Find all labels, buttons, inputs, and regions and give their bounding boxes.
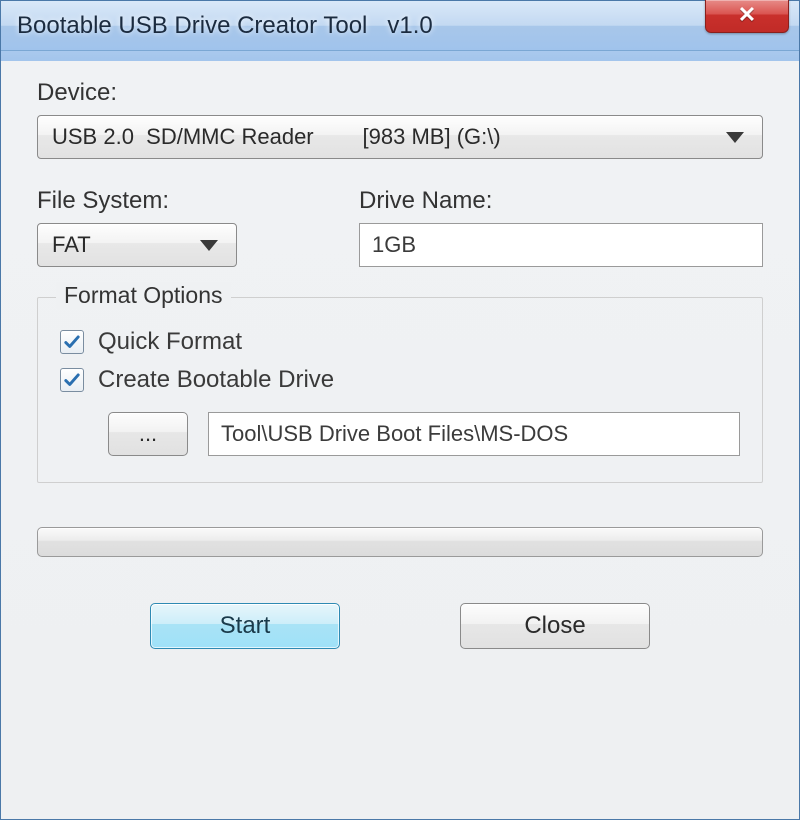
browse-button-label: ... <box>139 421 157 447</box>
drive-name-label: Drive Name: <box>359 187 763 215</box>
drive-name-value: 1GB <box>372 232 416 258</box>
window-title: Bootable USB Drive Creator Tool v1.0 <box>17 12 433 40</box>
device-dropdown[interactable]: USB 2.0 SD/MMC Reader [983 MB] (G:\) <box>37 115 763 159</box>
start-button-label: Start <box>220 612 271 640</box>
boot-files-path-input[interactable]: Tool\USB Drive Boot Files\MS-DOS <box>208 412 740 456</box>
file-system-label: File System: <box>37 187 333 215</box>
close-button-label: Close <box>524 612 585 640</box>
app-window: Bootable USB Drive Creator Tool v1.0 ✕ D… <box>0 0 800 820</box>
quick-format-row: Quick Format <box>60 328 740 356</box>
close-button[interactable]: Close <box>460 603 650 649</box>
quick-format-checkbox[interactable] <box>60 330 84 354</box>
create-bootable-label: Create Bootable Drive <box>98 366 334 394</box>
checkmark-icon <box>63 371 81 389</box>
quick-format-label: Quick Format <box>98 328 242 356</box>
device-label: Device: <box>37 79 763 107</box>
close-window-button[interactable]: ✕ <box>705 0 789 33</box>
close-icon: ✕ <box>738 4 756 26</box>
format-options-group: Format Options Quick Format Create Boota… <box>37 297 763 483</box>
start-button[interactable]: Start <box>150 603 340 649</box>
chevron-down-icon <box>726 132 744 143</box>
client-area: Device: USB 2.0 SD/MMC Reader [983 MB] (… <box>1 51 799 669</box>
file-system-dropdown[interactable]: FAT <box>37 223 237 267</box>
browse-button[interactable]: ... <box>108 412 188 456</box>
boot-files-path-text: Tool\USB Drive Boot Files\MS-DOS <box>221 421 568 447</box>
create-bootable-row: Create Bootable Drive <box>60 366 740 394</box>
checkmark-icon <box>63 333 81 351</box>
file-system-selected-text: FAT <box>52 232 200 258</box>
chevron-down-icon <box>200 240 218 251</box>
progress-bar <box>37 527 763 557</box>
format-options-legend: Format Options <box>56 282 231 309</box>
titlebar[interactable]: Bootable USB Drive Creator Tool v1.0 ✕ <box>1 1 799 51</box>
drive-name-input[interactable]: 1GB <box>359 223 763 267</box>
device-selected-text: USB 2.0 SD/MMC Reader [983 MB] (G:\) <box>52 124 726 150</box>
create-bootable-checkbox[interactable] <box>60 368 84 392</box>
